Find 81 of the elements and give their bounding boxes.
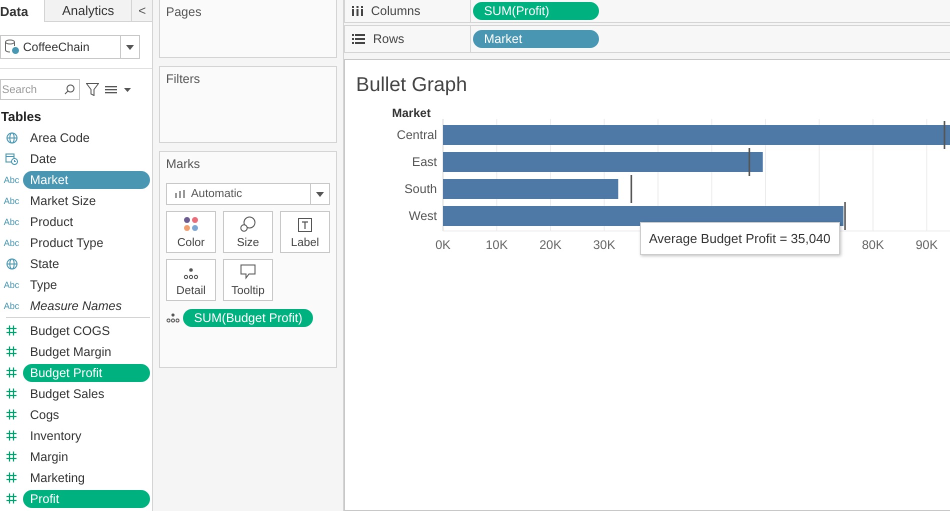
hash-icon <box>6 367 17 378</box>
text-icon <box>298 218 312 232</box>
view-title: Bullet Graph <box>356 74 468 97</box>
hash-icon <box>6 493 17 504</box>
field-item[interactable]: Product Type <box>23 234 150 252</box>
card-title: Pages <box>166 5 202 19</box>
axis-label: West <box>408 209 437 223</box>
circles-icon <box>240 216 256 232</box>
axis-label: East <box>412 155 437 169</box>
shelf-title: Rows <box>373 32 404 46</box>
field-item[interactable]: Budget Sales <box>23 384 150 402</box>
type-label: Abc <box>4 196 20 206</box>
speech-bubble-icon <box>240 264 256 280</box>
list-view-icon[interactable] <box>105 84 131 94</box>
axis-label: Central <box>396 128 437 142</box>
card-title: Filters <box>166 72 200 86</box>
tick-label: 10K <box>486 238 508 252</box>
globe-icon <box>6 132 18 144</box>
field-item[interactable]: Cogs <box>23 406 150 424</box>
field-item[interactable]: Inventory <box>23 426 150 444</box>
tooltip: Average Budget Profit = 35,040 <box>640 222 840 255</box>
shelf-title: Columns <box>371 4 420 18</box>
axis-label: South <box>404 182 437 196</box>
mark-type-dropdown[interactable]: Automatic <box>166 183 330 205</box>
pane-tab[interactable]: Analytics <box>44 0 132 21</box>
database-icon <box>4 39 20 55</box>
marks-button[interactable]: Size <box>223 211 273 253</box>
tick-label: 20K <box>539 238 562 252</box>
marks-button[interactable]: Tooltip <box>223 259 273 301</box>
pane-tab[interactable]: Data <box>0 0 45 22</box>
field-item[interactable]: Area Code <box>23 128 150 146</box>
datasource-name: CoffeeChain <box>23 40 90 54</box>
dots-icon <box>183 216 199 232</box>
mark-type-label: Automatic <box>191 188 242 200</box>
tick-label: 0K <box>435 238 451 252</box>
search-input[interactable]: Search <box>1 84 64 96</box>
marks-button[interactable]: Detail <box>166 259 216 301</box>
tick-label: 90K <box>916 238 938 252</box>
field-item[interactable]: Date <box>23 150 150 168</box>
type-label: Abc <box>4 238 20 248</box>
rows-icon <box>352 34 365 44</box>
field-item[interactable]: Budget COGS <box>23 322 150 340</box>
hash-icon <box>6 430 17 441</box>
type-label: Abc <box>4 300 20 310</box>
globe-icon <box>6 258 18 270</box>
field-item[interactable]: Marketing <box>23 468 150 486</box>
hash-icon <box>6 346 17 357</box>
tick-label: 80K <box>862 238 884 252</box>
field-item[interactable]: Measure Names <box>23 296 150 314</box>
hash-icon <box>6 388 17 399</box>
card-title: Marks <box>166 157 200 171</box>
collapse-button[interactable]: < <box>132 0 152 21</box>
field-item[interactable]: Market Size <box>23 192 150 210</box>
hash-icon <box>6 451 17 462</box>
search-field[interactable]: Search <box>0 79 80 100</box>
columns-icon <box>352 6 363 16</box>
hash-icon <box>6 409 17 420</box>
search-icon <box>64 84 75 95</box>
marks-button[interactable]: Label <box>280 211 330 253</box>
filter-icon[interactable] <box>86 83 99 96</box>
type-label: Abc <box>4 280 20 290</box>
dots-icon <box>166 313 180 323</box>
type-label: Abc <box>4 216 20 226</box>
field-item[interactable]: Margin <box>23 448 150 466</box>
axis-title: Market <box>392 106 431 120</box>
field-item[interactable]: Product <box>23 212 150 230</box>
field-item[interactable]: State <box>23 254 150 272</box>
hash-icon <box>6 472 17 483</box>
section-title: Tables <box>1 109 42 124</box>
field-item[interactable]: Budget Margin <box>23 342 150 360</box>
marks-button[interactable]: Color <box>166 211 216 253</box>
dots-icon <box>183 268 199 280</box>
caret-icon <box>316 192 324 196</box>
field-item[interactable]: Type <box>23 276 150 294</box>
datasource-dropdown[interactable]: CoffeeChain <box>0 35 140 59</box>
bar-chart-icon <box>175 190 185 198</box>
hash-icon <box>6 325 17 336</box>
type-label: Abc <box>4 174 20 184</box>
caret-icon <box>126 44 134 50</box>
tick-label: 30K <box>593 238 616 252</box>
calendar-icon <box>5 152 18 165</box>
